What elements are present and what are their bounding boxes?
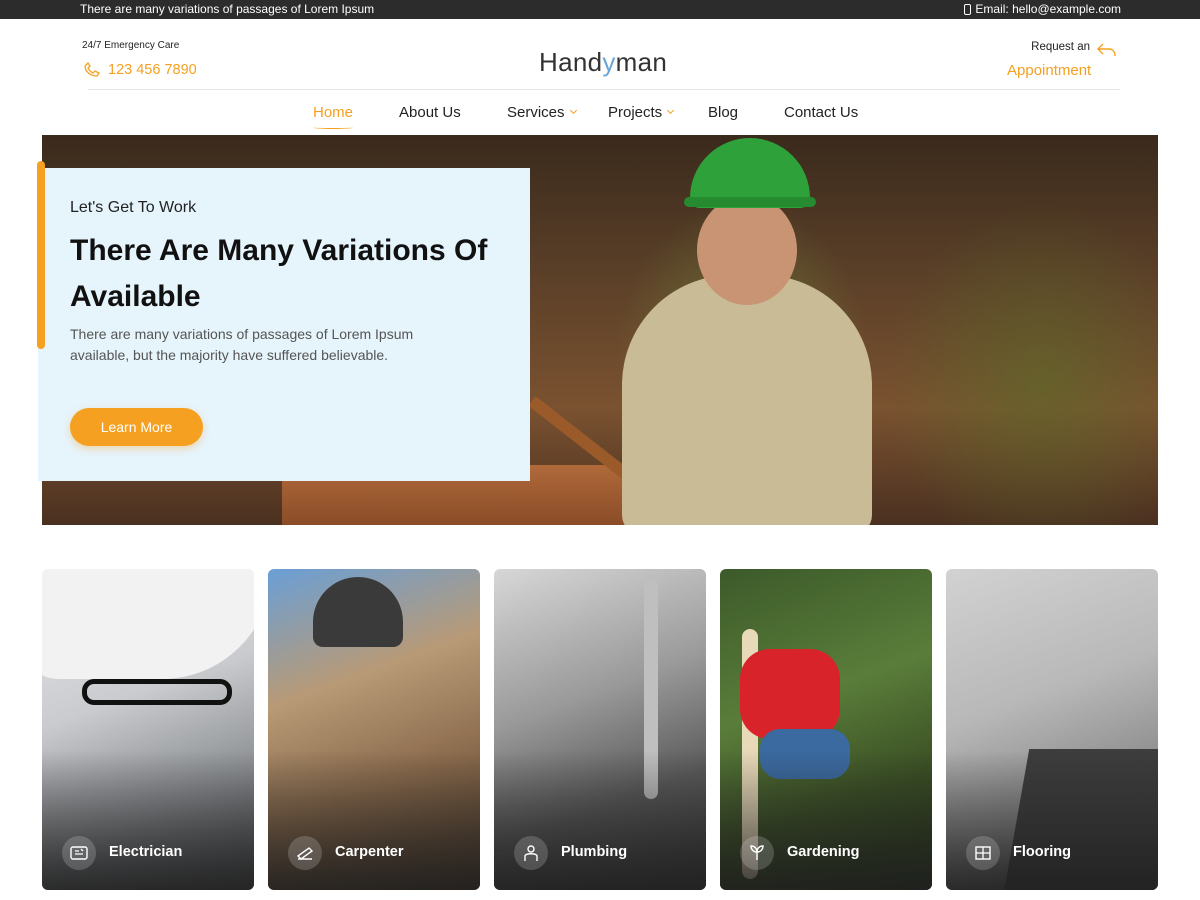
service-card-gardening[interactable]: Gardening (720, 569, 932, 890)
top-bar: There are many variations of passages of… (0, 0, 1200, 19)
nav-contact-us[interactable]: Contact Us (784, 104, 858, 121)
email-text: Email: hello@example.com (975, 2, 1121, 16)
worker-head-shape (697, 195, 797, 305)
service-label: Carpenter (335, 844, 404, 860)
logo-text-y: y (602, 47, 616, 77)
appointment-link[interactable]: Appointment (1007, 62, 1091, 79)
site-header: 24/7 Emergency Care 123 456 7890 Handyma… (0, 19, 1200, 90)
hardhat-brim-shape (684, 197, 816, 207)
phone-number: 123 456 7890 (108, 62, 197, 78)
saw-icon (288, 836, 322, 870)
nav-blog[interactable]: Blog (708, 104, 738, 121)
top-bar-message: There are many variations of passages of… (80, 2, 375, 16)
header-divider (88, 89, 1120, 90)
mobile-icon (964, 3, 972, 15)
hero-accent-bar (37, 161, 45, 349)
gardening-icon (740, 836, 774, 870)
service-label: Electrician (109, 844, 183, 860)
logo-text-start: Hand (539, 47, 603, 77)
logo-text-end: man (615, 47, 668, 77)
return-arrow-icon (1097, 43, 1116, 57)
service-card-flooring[interactable]: Flooring (946, 569, 1158, 890)
site-logo[interactable]: Handyman (539, 47, 667, 78)
nav-contact-label: Contact Us (784, 104, 859, 121)
chevron-down-icon (667, 106, 675, 115)
safety-glasses-shape (82, 679, 232, 705)
nav-home-label: Home (313, 104, 354, 121)
hero-description: There are many variations of passages of… (70, 326, 414, 363)
active-underline (313, 126, 354, 129)
flooring-icon (966, 836, 1000, 870)
nav-home[interactable]: Home (313, 104, 354, 129)
nav-services-label: Services (507, 104, 565, 121)
nav-projects[interactable]: Projects (608, 104, 675, 121)
service-card-electrician[interactable]: Electrician (42, 569, 254, 890)
service-card-carpenter[interactable]: Carpenter (268, 569, 480, 890)
hero-title: There Are Many Variations Of Available (70, 234, 488, 313)
nav-projects-label: Projects (608, 104, 663, 121)
red-shirt-shape (740, 649, 840, 739)
learn-more-button[interactable]: Learn More (70, 408, 203, 446)
plumber-icon (514, 836, 548, 870)
service-label: Plumbing (561, 844, 628, 860)
nav-services[interactable]: Services (507, 104, 577, 121)
request-label: Request an (1031, 41, 1090, 53)
service-label: Gardening (787, 844, 860, 860)
service-card-plumbing[interactable]: Plumbing (494, 569, 706, 890)
emergency-label: 24/7 Emergency Care (82, 40, 180, 51)
electric-meter-icon (62, 836, 96, 870)
worker-shirt-shape (622, 275, 872, 525)
phone-link[interactable]: 123 456 7890 (82, 62, 197, 78)
white-helmet-shape (42, 569, 254, 679)
phone-icon (84, 62, 100, 77)
chevron-down-icon (569, 106, 577, 115)
dark-helmet-shape (313, 577, 403, 647)
hero-kicker: Let's Get To Work (70, 199, 197, 216)
top-bar-email[interactable]: Email: hello@example.com (964, 2, 1121, 16)
nav-about-label: About Us (399, 104, 461, 121)
service-label: Flooring (1013, 844, 1071, 860)
nav-blog-label: Blog (708, 104, 739, 121)
nav-about-us[interactable]: About Us (399, 104, 461, 121)
main-nav: Home About Us Services Projects Blog Con… (0, 96, 1200, 130)
